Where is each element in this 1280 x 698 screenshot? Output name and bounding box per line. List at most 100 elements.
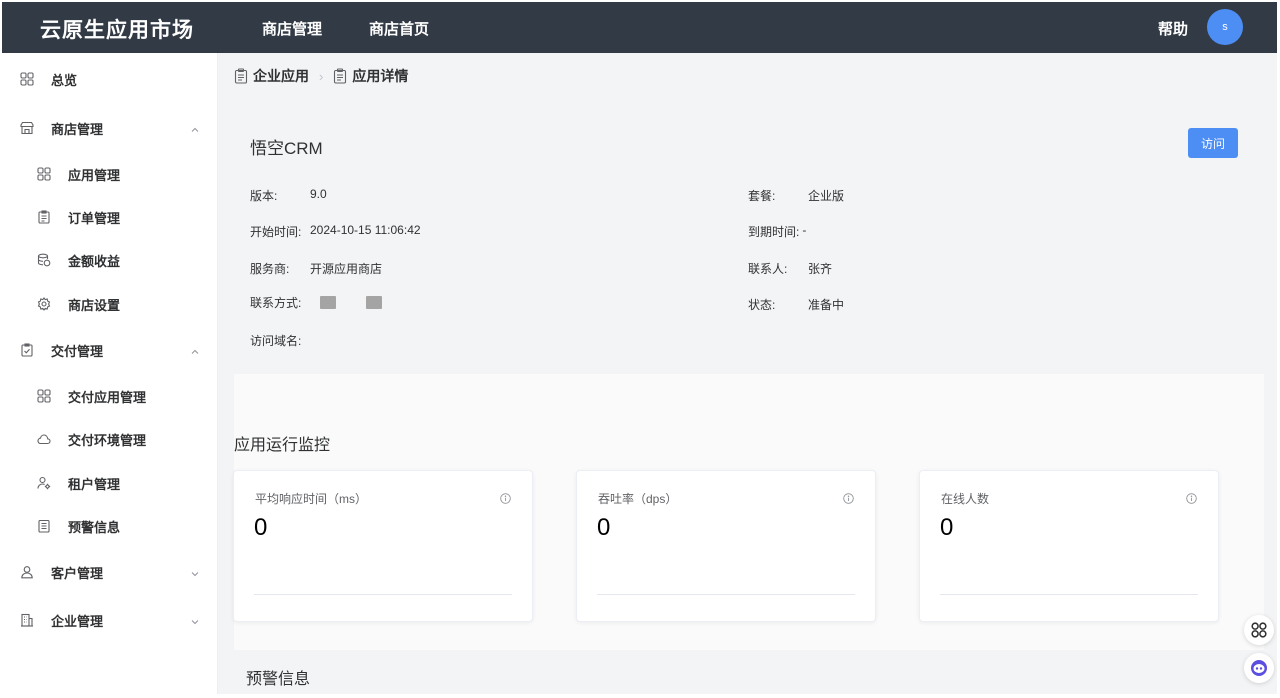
metric-card-online-users: 在线人数 0 xyxy=(919,470,1219,622)
field-label: 开始时间: xyxy=(250,225,302,239)
sidebar-item-delivery-app-management[interactable]: 交付应用管理 xyxy=(2,376,218,416)
field-label: 版本: xyxy=(250,189,278,203)
metric-card-throughput: 吞吐率（dps） 0 xyxy=(576,470,876,622)
field-label: 状态: xyxy=(748,298,776,312)
sidebar-item-app-management[interactable]: 应用管理 xyxy=(2,154,218,194)
top-header: 云原生应用市场 商店管理 商店首页 帮助 s xyxy=(2,2,1277,53)
assistant-bot-icon xyxy=(1251,660,1267,676)
breadcrumb: 企业应用 › 应用详情 xyxy=(234,66,408,86)
avatar[interactable]: s xyxy=(1207,9,1243,45)
metric-chart-baseline xyxy=(940,594,1198,595)
sidebar-item-tenant-management[interactable]: 租户管理 xyxy=(2,463,218,503)
grid-icon xyxy=(37,389,51,403)
sidebar-item-label: 交付环境管理 xyxy=(68,432,147,448)
field-contact-method: 联系方式: xyxy=(250,294,382,311)
alerts-title: 预警信息 xyxy=(246,671,311,688)
visit-button[interactable]: 访问 xyxy=(1188,128,1238,158)
nav-store-home[interactable]: 商店首页 xyxy=(369,18,429,39)
sidebar-item-revenue[interactable]: 金额收益 xyxy=(2,240,218,280)
field-label: 到期时间: xyxy=(748,225,800,239)
field-label: 访问域名: xyxy=(250,334,302,348)
info-icon[interactable] xyxy=(843,491,854,504)
checklist-icon xyxy=(20,343,34,357)
chevron-down-icon xyxy=(190,567,200,577)
grid-icon xyxy=(20,72,34,86)
sidebar-item-label: 应用管理 xyxy=(68,167,121,183)
sidebar: 总览 商店管理 应用管理 订单管理 金额收益 商店设置 交付管理 交付应用管理 … xyxy=(2,53,218,694)
field-expire-time: 到期时间: - xyxy=(748,223,806,240)
apps-float-button[interactable] xyxy=(1244,615,1274,645)
sidebar-item-label: 交付管理 xyxy=(51,343,104,359)
sidebar-item-alerts[interactable]: 预警信息 xyxy=(2,506,218,546)
field-label: 服务商: xyxy=(250,262,290,276)
field-label: 联系人: xyxy=(748,262,788,276)
sidebar-item-label: 商店设置 xyxy=(68,297,121,313)
database-icon xyxy=(37,253,51,267)
nav-store-management[interactable]: 商店管理 xyxy=(262,18,322,39)
metric-value: 0 xyxy=(597,514,611,541)
sidebar-item-store-management[interactable]: 商店管理 xyxy=(2,108,218,148)
metric-chart-baseline xyxy=(254,594,512,595)
sidebar-item-store-settings[interactable]: 商店设置 xyxy=(2,284,218,324)
breadcrumb-label: 企业应用 xyxy=(253,68,309,84)
app-logo[interactable]: 云原生应用市场 xyxy=(40,14,194,44)
sidebar-item-enterprise-management[interactable]: 企业管理 xyxy=(2,600,218,640)
redacted-value xyxy=(320,296,336,309)
chevron-up-icon xyxy=(190,123,200,133)
user-gear-icon xyxy=(37,476,51,490)
clipboard-icon xyxy=(37,210,51,224)
breadcrumb-label: 应用详情 xyxy=(352,68,409,84)
field-contact-person: 联系人: 张齐 xyxy=(748,260,832,277)
sidebar-item-label: 总览 xyxy=(51,72,78,88)
field-value: 张齐 xyxy=(808,262,833,276)
metric-title: 在线人数 xyxy=(941,492,990,506)
app-name: 悟空CRM xyxy=(250,139,323,158)
field-start-time: 开始时间: 2024-10-15 11:06:42 xyxy=(250,223,421,240)
field-value: 9.0 xyxy=(310,187,327,201)
breadcrumb-item-app-detail: 应用详情 xyxy=(333,66,408,86)
sidebar-item-label: 金额收益 xyxy=(68,253,121,269)
building-icon xyxy=(20,613,34,627)
assistant-float-button[interactable] xyxy=(1244,653,1274,683)
sidebar-item-label: 企业管理 xyxy=(51,613,104,629)
chevron-up-icon xyxy=(190,345,200,355)
clipboard-icon xyxy=(334,68,347,84)
sidebar-item-delivery-management[interactable]: 交付管理 xyxy=(2,330,218,370)
info-icon[interactable] xyxy=(500,491,511,504)
sidebar-item-customer-management[interactable]: 客户管理 xyxy=(2,552,218,592)
app-frame: 云原生应用市场 商店管理 商店首页 帮助 s 总览 商店管理 应用管理 订单管理 xyxy=(2,2,1277,694)
metric-chart-baseline xyxy=(597,594,855,595)
sidebar-item-delivery-env-management[interactable]: 交付环境管理 xyxy=(2,419,218,459)
field-version: 版本: 9.0 xyxy=(250,187,327,204)
sidebar-item-order-management[interactable]: 订单管理 xyxy=(2,197,218,237)
metric-value: 0 xyxy=(940,514,954,541)
sidebar-item-label: 商店管理 xyxy=(51,121,104,137)
redacted-value xyxy=(366,296,382,309)
sidebar-item-label: 订单管理 xyxy=(68,210,121,226)
monitor-title: 应用运行监控 xyxy=(234,437,331,454)
field-label: 套餐: xyxy=(748,189,776,203)
field-status: 状态: 准备中 xyxy=(748,296,844,313)
chevron-down-icon xyxy=(190,615,200,625)
sidebar-item-label: 租户管理 xyxy=(68,476,121,492)
gear-icon xyxy=(37,297,51,311)
sidebar-item-label: 客户管理 xyxy=(51,565,104,581)
sidebar-item-label: 交付应用管理 xyxy=(68,389,147,405)
field-value: - xyxy=(802,223,807,237)
field-label: 联系方式: xyxy=(250,296,302,310)
field-domain: 访问域名: xyxy=(250,332,301,349)
document-icon xyxy=(37,519,51,533)
cloud-icon xyxy=(37,432,51,446)
sidebar-item-label: 预警信息 xyxy=(68,519,121,535)
field-value: 开源应用商店 xyxy=(310,262,383,276)
alerts-section xyxy=(234,650,1264,694)
package-link[interactable]: 企业版 xyxy=(808,187,844,204)
field-package: 套餐: 企业版 xyxy=(748,187,844,204)
user-icon xyxy=(20,565,34,579)
help-link[interactable]: 帮助 xyxy=(1158,18,1188,39)
store-icon xyxy=(20,121,34,135)
metric-title: 平均响应时间（ms） xyxy=(255,492,367,506)
breadcrumb-item-enterprise-apps[interactable]: 企业应用 xyxy=(234,66,309,86)
info-icon[interactable] xyxy=(1186,491,1197,504)
sidebar-item-overview[interactable]: 总览 xyxy=(2,59,218,99)
